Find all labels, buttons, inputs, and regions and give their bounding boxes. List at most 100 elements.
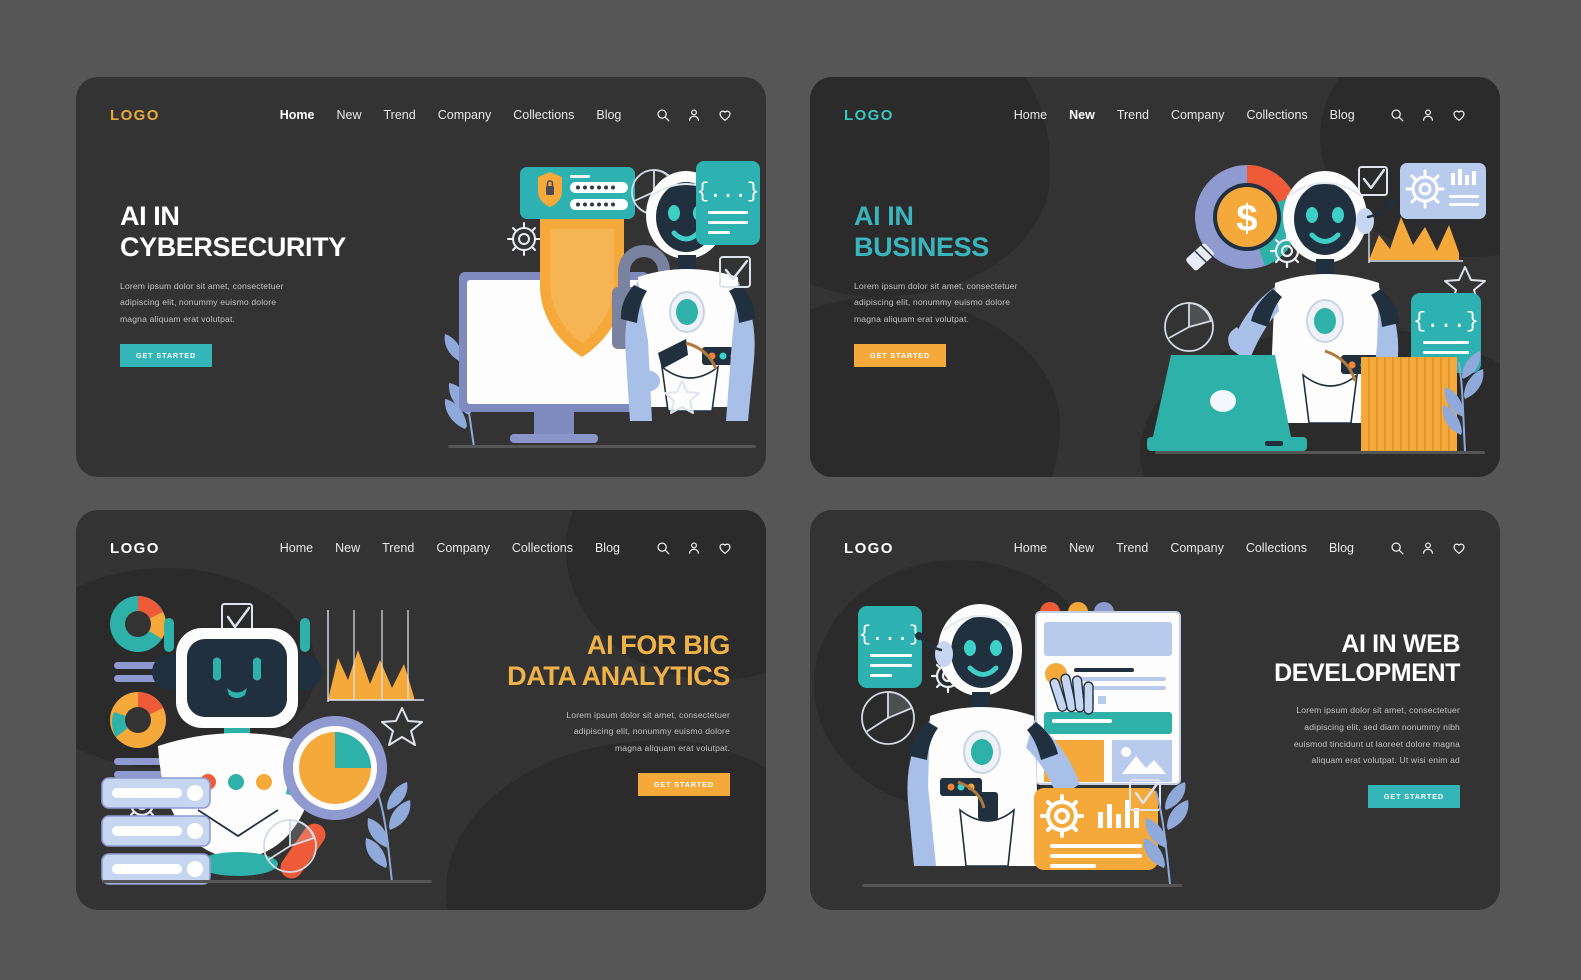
svg-text:{...}: {...} [696, 181, 759, 204]
orange-dashboard-card [1034, 788, 1158, 870]
panel-ai-in-business: LOGO Home New Trend Company Collections … [810, 77, 1500, 477]
nav-links: Home New Trend Company Collections Blog [1014, 541, 1354, 555]
checkbox-icon [1358, 166, 1388, 196]
navbar: LOGO Home New Trend Company Collections … [76, 510, 766, 586]
orange-bar-block [1361, 357, 1457, 451]
nav-link-trend[interactable]: Trend [384, 108, 416, 122]
hero: AI IN CYBERSECURITY Lorem ipsum dolor si… [76, 153, 766, 477]
hero-description: Lorem ipsum dolor sit amet, consectetuer… [120, 280, 284, 325]
nav-icons [656, 541, 732, 555]
nav-link-home[interactable]: Home [1014, 108, 1047, 122]
logo[interactable]: LOGO [110, 540, 160, 557]
code-card: {...} [696, 161, 760, 245]
hero: AI FOR BIG DATA ANALYTICS Lorem ipsum do… [76, 586, 766, 910]
big-data-illustration [96, 592, 436, 887]
nav-link-home[interactable]: Home [280, 541, 313, 555]
password-card [520, 167, 635, 219]
hero-copy: AI IN BUSINESS Lorem ipsum dolor sit ame… [854, 201, 1124, 367]
area-chart [327, 610, 424, 702]
user-icon[interactable] [1421, 541, 1435, 555]
nav-link-trend[interactable]: Trend [1117, 108, 1149, 122]
nav-link-blog[interactable]: Blog [595, 541, 620, 555]
get-started-button[interactable]: GET STARTED [1367, 785, 1460, 808]
user-icon[interactable] [1421, 108, 1435, 122]
nav-link-trend[interactable]: Trend [1116, 541, 1148, 555]
page-title: AI IN WEB DEVELOPMENT [1274, 630, 1460, 687]
search-icon[interactable] [656, 108, 670, 122]
cybersecurity-illustration: {...} [434, 157, 764, 457]
page-title: AI FOR BIG DATA ANALYTICS [507, 630, 730, 692]
legend-bar [114, 771, 164, 778]
heart-icon[interactable] [1452, 541, 1466, 555]
nav-links: Home New Trend Company Collections Blog [280, 541, 620, 555]
logo[interactable]: LOGO [110, 107, 160, 124]
search-icon[interactable] [1390, 541, 1404, 555]
hero-copy: AI IN CYBERSECURITY Lorem ipsum dolor si… [120, 201, 390, 367]
server-stack [101, 777, 211, 885]
panel-ai-for-big-data-analytics: LOGO Home New Trend Company Collections … [76, 510, 766, 910]
donut-chart-top [110, 596, 166, 652]
get-started-button[interactable]: GET STARTED [854, 343, 947, 367]
landing-page-set: LOGO Home New Trend Company Collections … [0, 0, 1581, 980]
nav-link-company[interactable]: Company [436, 541, 490, 555]
nav-link-blog[interactable]: Blog [596, 108, 621, 122]
nav-link-new[interactable]: New [1069, 541, 1094, 555]
nav-link-home[interactable]: Home [1014, 541, 1047, 555]
nav-link-collections[interactable]: Collections [1246, 541, 1307, 555]
heart-icon[interactable] [718, 108, 732, 122]
nav-link-blog[interactable]: Blog [1329, 541, 1354, 555]
navbar: LOGO Home New Trend Company Collections … [76, 77, 766, 153]
nav-link-trend[interactable]: Trend [382, 541, 414, 555]
hero: AI IN BUSINESS Lorem ipsum dolor sit ame… [810, 153, 1500, 477]
magnifier-dollar-donut: $ [1186, 165, 1299, 271]
user-icon[interactable] [687, 108, 701, 122]
nav-links: Home New Trend Company Collections Blog [1014, 108, 1355, 122]
nav-link-new[interactable]: New [335, 541, 360, 555]
navbar: LOGO Home New Trend Company Collections … [810, 510, 1500, 586]
page-title: AI IN BUSINESS [854, 201, 989, 263]
legend-bar [114, 758, 164, 765]
logo[interactable]: LOGO [844, 107, 894, 124]
svg-text:$: $ [1236, 198, 1257, 240]
hero-description: Lorem ipsum dolor sit amet, consectetuer… [1293, 705, 1460, 766]
nav-link-blog[interactable]: Blog [1330, 108, 1355, 122]
nav-icons [1390, 108, 1466, 122]
get-started-button[interactable]: GET STARTED [120, 343, 213, 367]
nav-link-collections[interactable]: Collections [512, 541, 573, 555]
donut-chart-bottom [110, 692, 166, 748]
business-illustration: $ {...} [1147, 155, 1492, 460]
nav-link-company[interactable]: Company [438, 108, 492, 122]
star-icon [381, 707, 423, 746]
area-chart [1368, 215, 1463, 263]
code-card: {...} [858, 606, 922, 688]
nav-icons [656, 108, 732, 122]
panel-ai-in-web-development: LOGO Home New Trend Company Collections … [810, 510, 1500, 910]
nav-link-new[interactable]: New [1069, 108, 1095, 122]
heart-icon[interactable] [718, 541, 732, 555]
gear-icon [507, 222, 541, 256]
heart-icon[interactable] [1452, 108, 1466, 122]
nav-link-new[interactable]: New [337, 108, 362, 122]
settings-card [1400, 163, 1486, 219]
search-icon[interactable] [1390, 108, 1404, 122]
nav-link-collections[interactable]: Collections [513, 108, 574, 122]
page-title: AI IN CYBERSECURITY [120, 201, 346, 263]
pie-chart [861, 691, 915, 745]
nav-link-company[interactable]: Company [1170, 541, 1224, 555]
hero-description: Lorem ipsum dolor sit amet, consectetuer… [566, 709, 730, 754]
nav-link-collections[interactable]: Collections [1247, 108, 1308, 122]
nav-link-home[interactable]: Home [280, 108, 315, 122]
nav-link-company[interactable]: Company [1171, 108, 1225, 122]
user-icon[interactable] [687, 541, 701, 555]
web-development-illustration: {...} [848, 586, 1193, 896]
hero: AI IN WEB DEVELOPMENT Lorem ipsum dolor … [810, 586, 1500, 910]
nav-links: Home New Trend Company Collections Blog [280, 108, 622, 122]
svg-text:{...}: {...} [1413, 309, 1479, 334]
logo[interactable]: LOGO [844, 540, 894, 557]
hero-copy: AI FOR BIG DATA ANALYTICS Lorem ipsum do… [460, 630, 730, 796]
get-started-button[interactable]: GET STARTED [637, 772, 730, 796]
navbar: LOGO Home New Trend Company Collections … [810, 77, 1500, 153]
panel-ai-in-cybersecurity: LOGO Home New Trend Company Collections … [76, 77, 766, 477]
hero-copy: AI IN WEB DEVELOPMENT Lorem ipsum dolor … [1230, 630, 1460, 808]
search-icon[interactable] [656, 541, 670, 555]
